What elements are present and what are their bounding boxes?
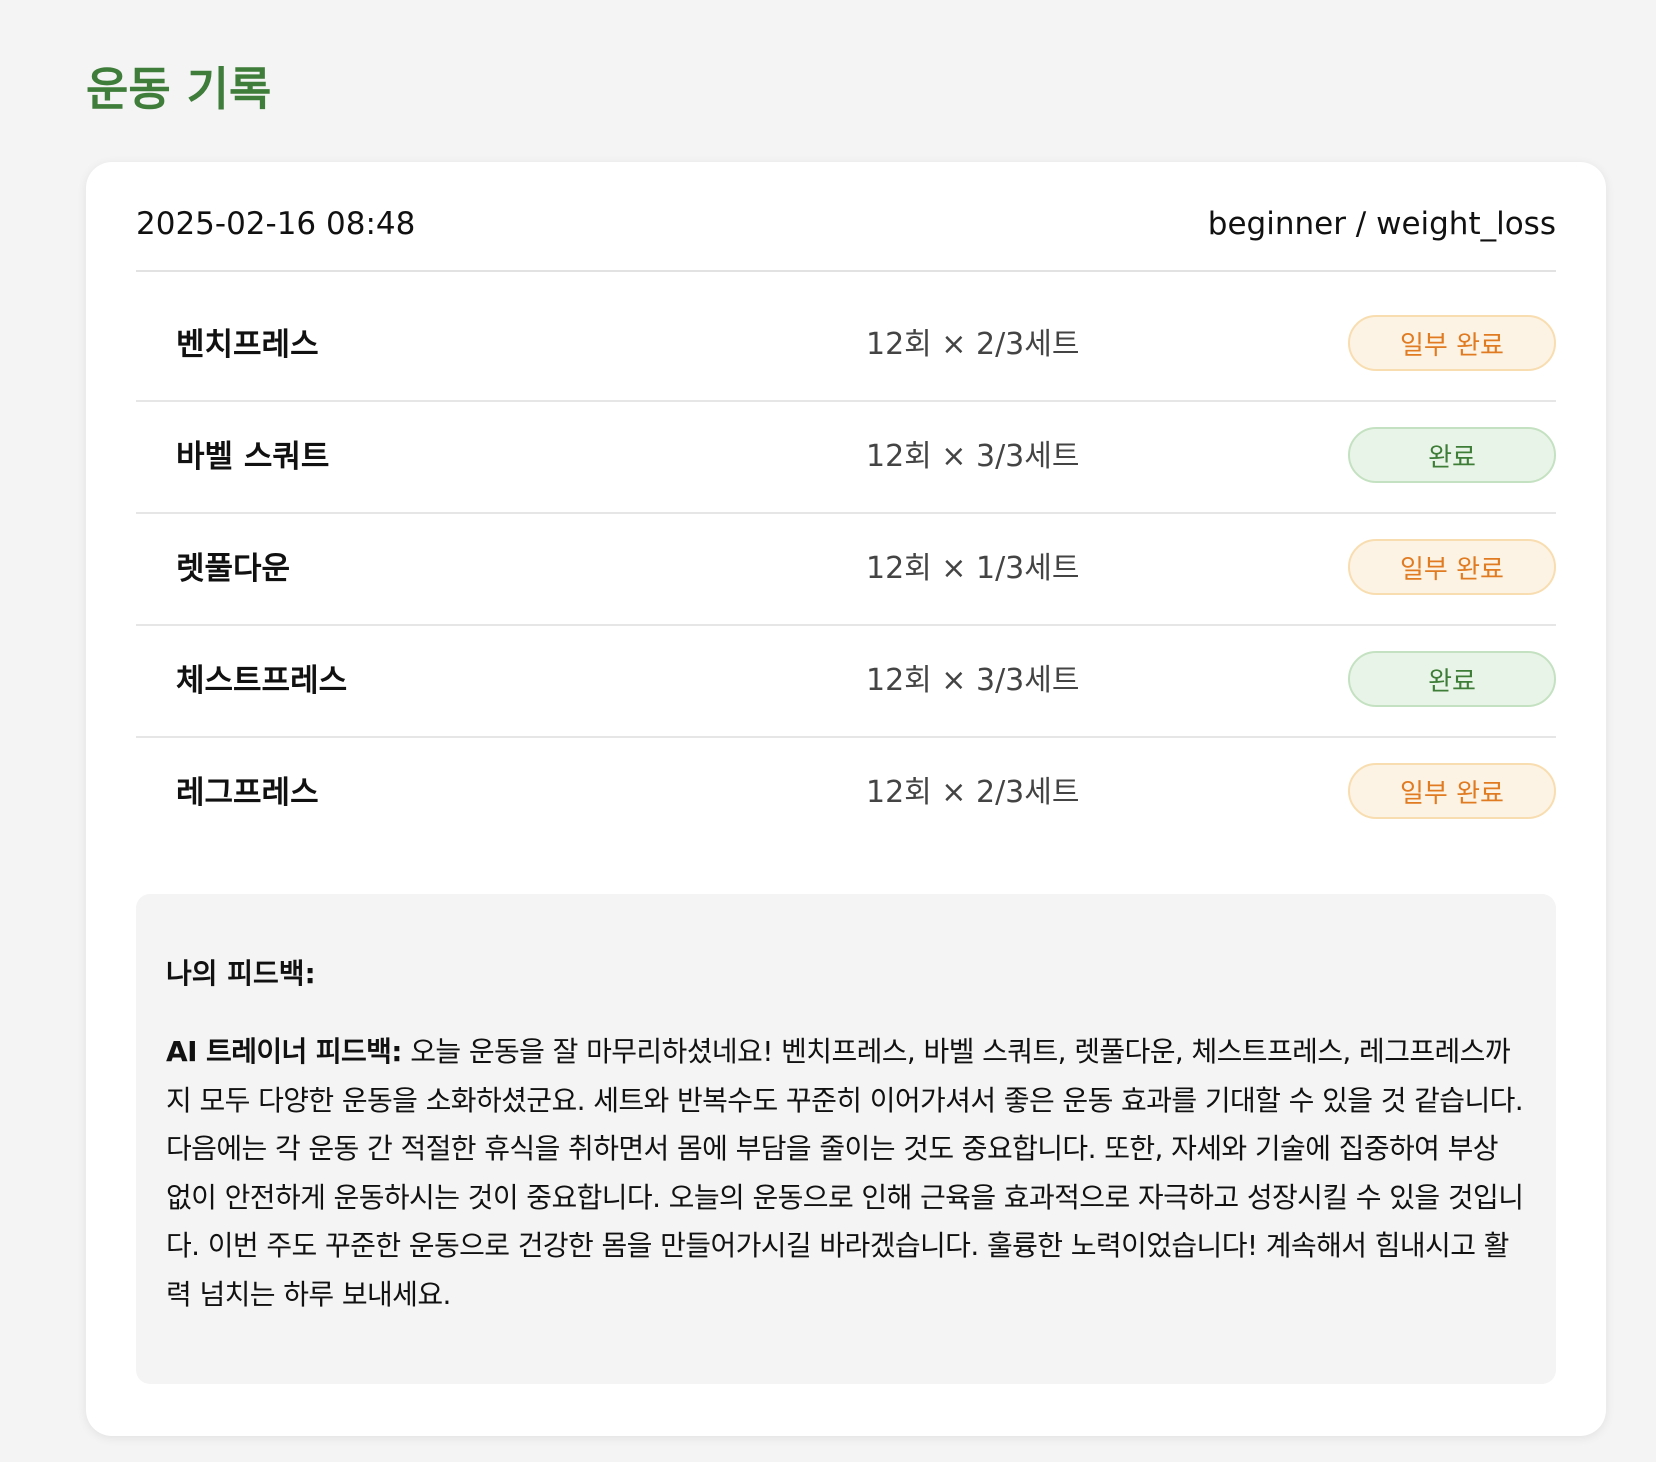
exercise-reps: 12회 × 2/3세트 <box>866 327 1080 362</box>
status-badge: 완료 <box>1348 427 1556 483</box>
workout-record-card: 2025-02-16 08:48 beginner / weight_loss … <box>86 162 1606 1436</box>
record-profile: beginner / weight_loss <box>1207 206 1556 242</box>
exercise-reps: 12회 × 1/3세트 <box>866 551 1080 586</box>
feedback-box: 나의 피드백: AI 트레이너 피드백: 오늘 운동을 잘 마무리하셨네요! 벤… <box>136 894 1556 1384</box>
record-header: 2025-02-16 08:48 beginner / weight_loss <box>136 202 1556 272</box>
exercise-name: 체스트프레스 <box>176 663 348 699</box>
exercise-name: 바벨 스쿼트 <box>176 439 330 475</box>
ai-feedback-text: AI 트레이너 피드백: 오늘 운동을 잘 마무리하셨네요! 벤치프레스, 바벨… <box>166 1028 1526 1319</box>
page-title: 운동 기록 <box>86 62 272 116</box>
exercise-name: 레그프레스 <box>176 775 319 811</box>
exercise-reps: 12회 × 3/3세트 <box>866 663 1080 698</box>
ai-feedback-label: AI 트레이너 피드백: <box>166 1035 403 1068</box>
exercise-reps: 12회 × 3/3세트 <box>866 439 1080 474</box>
exercise-row: 바벨 스쿼트 12회 × 3/3세트 완료 <box>136 402 1556 514</box>
exercise-row: 렛풀다운 12회 × 1/3세트 일부 완료 <box>136 514 1556 626</box>
exercise-reps: 12회 × 2/3세트 <box>866 775 1080 810</box>
my-feedback-label: 나의 피드백: <box>166 957 316 990</box>
exercise-row: 체스트프레스 12회 × 3/3세트 완료 <box>136 626 1556 738</box>
exercise-list: 벤치프레스 12회 × 2/3세트 일부 완료 바벨 스쿼트 12회 × 3/3… <box>136 290 1556 848</box>
ai-feedback-body: 오늘 운동을 잘 마무리하셨네요! 벤치프레스, 바벨 스쿼트, 렛풀다운, 체… <box>166 1035 1524 1311</box>
exercise-row: 레그프레스 12회 × 2/3세트 일부 완료 <box>136 738 1556 848</box>
record-datetime: 2025-02-16 08:48 <box>136 206 416 242</box>
exercise-name: 렛풀다운 <box>176 551 291 587</box>
status-badge: 일부 완료 <box>1348 315 1556 371</box>
status-badge: 일부 완료 <box>1348 539 1556 595</box>
status-badge: 완료 <box>1348 651 1556 707</box>
exercise-row: 벤치프레스 12회 × 2/3세트 일부 완료 <box>136 290 1556 402</box>
status-badge: 일부 완료 <box>1348 763 1556 819</box>
exercise-name: 벤치프레스 <box>176 327 319 363</box>
